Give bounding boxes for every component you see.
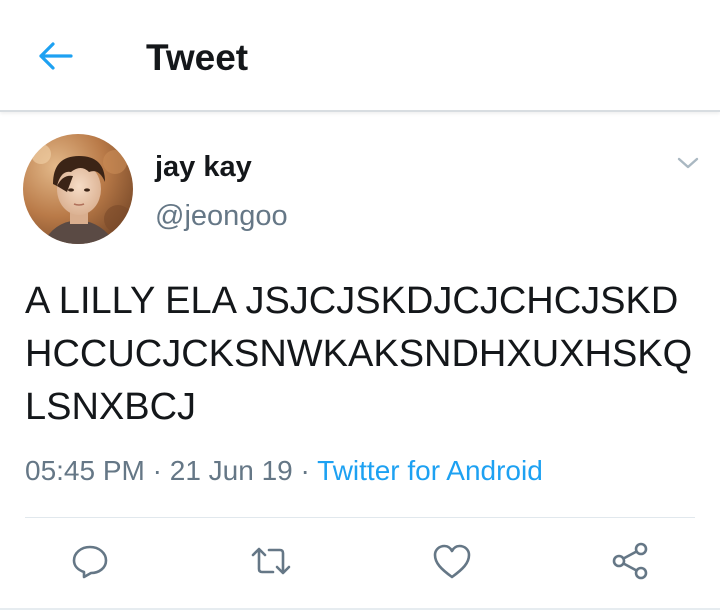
author-handle[interactable]: @jeongoo: [155, 199, 288, 233]
share-button[interactable]: [608, 541, 652, 585]
tweet-detail-screen: Tweet jay kay @jeongoo A LILLY ELA JSJCJ…: [0, 0, 720, 615]
page-title: Tweet: [146, 37, 249, 78]
tweet-menu-button[interactable]: [670, 150, 706, 180]
reply-icon: [70, 541, 110, 586]
back-button[interactable]: [30, 36, 80, 80]
tweet-text: A LILLY ELA JSJCJSKDJCJCHCJSKDHCCUCJCKSN…: [25, 280, 693, 428]
retweet-button[interactable]: [249, 541, 293, 585]
meta-separator: ·: [292, 455, 318, 486]
arrow-left-icon: [37, 41, 73, 76]
tweet-date: 21 Jun 19: [169, 455, 293, 486]
reply-button[interactable]: [68, 541, 112, 585]
like-button[interactable]: [430, 541, 474, 585]
like-icon: [431, 541, 473, 586]
profile-photo: [23, 134, 133, 244]
top-app-bar: Tweet: [0, 0, 720, 112]
bottom-divider: [0, 608, 720, 610]
tweet-time: 05:45 PM: [25, 455, 145, 486]
share-icon: [610, 541, 650, 586]
tweet-meta: 05:45 PM · 21 Jun 19 · Twitter for Andro…: [25, 453, 543, 489]
avatar[interactable]: [23, 134, 133, 244]
chevron-down-icon: [676, 155, 700, 176]
author-display-name[interactable]: jay kay: [155, 150, 252, 184]
divider: [25, 517, 695, 518]
retweet-icon: [249, 541, 293, 586]
tweet-source-link[interactable]: Twitter for Android: [317, 455, 543, 486]
meta-separator: ·: [144, 455, 170, 486]
